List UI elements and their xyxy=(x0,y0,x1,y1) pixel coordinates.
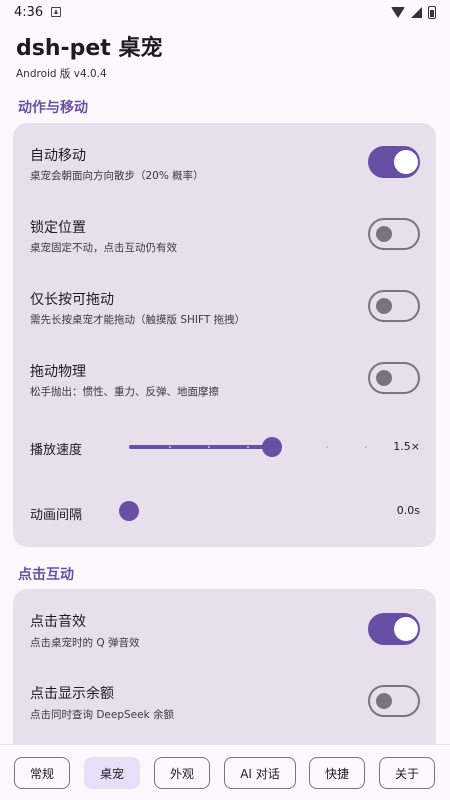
tab-pet[interactable]: 桌宠 xyxy=(84,757,140,789)
setting-title: 锁定位置 xyxy=(30,220,86,236)
slider-label: 播放速度 xyxy=(30,443,83,458)
switch-knob xyxy=(394,617,418,641)
tab-shortcuts[interactable]: 快捷 xyxy=(309,757,365,789)
slider-tick xyxy=(326,446,328,448)
setting-row-click-sound[interactable]: 点击音效 点击桌宠时的 Q 弹音效 xyxy=(13,589,436,661)
tab-general[interactable]: 常规 xyxy=(14,757,70,789)
app-version: Android 版 v4.0.4 xyxy=(16,68,107,80)
setting-row-drag-physics[interactable]: 拖动物理 松手抛出：惯性、重力、反弹、地面摩擦 xyxy=(13,339,436,411)
drag-physics-switch[interactable] xyxy=(368,362,420,394)
bottom-nav: 常规 桌宠 外观 AI 对话 快捷 关于 xyxy=(0,744,450,800)
long-press-drag-switch[interactable] xyxy=(368,290,420,322)
setting-title: 点击音效 xyxy=(30,614,86,630)
switch-knob xyxy=(376,693,392,709)
setting-subtitle: 需先长按桌宠才能拖动（触摸版 SHIFT 拖拽） xyxy=(30,314,246,326)
tab-about[interactable]: 关于 xyxy=(379,757,435,789)
auto-move-switch[interactable] xyxy=(368,146,420,178)
slider-tick xyxy=(247,446,249,448)
setting-subtitle: 点击同时查询 DeepSeek 余额 xyxy=(30,709,175,721)
switch-knob xyxy=(394,150,418,174)
section-title-click: 点击互动 xyxy=(18,567,74,583)
slider-tick xyxy=(208,446,210,448)
setting-row-lock-position[interactable]: 锁定位置 桌宠固定不动，点击互动仍有效 xyxy=(13,195,436,267)
wifi-icon xyxy=(391,6,405,18)
slider-tick xyxy=(169,446,171,448)
playback-speed-thumb[interactable] xyxy=(261,437,282,457)
slider-row-playback-speed: 播放速度 1.5× xyxy=(13,419,436,475)
signal-icon xyxy=(411,6,422,18)
animation-interval-thumb[interactable] xyxy=(119,501,139,521)
slider-value: 1.5× xyxy=(393,440,420,453)
setting-title: 自动移动 xyxy=(30,148,86,164)
setting-row-auto-move[interactable]: 自动移动 桌宠会朝面向方向散步（20% 概率） xyxy=(13,123,436,195)
battery-icon xyxy=(428,5,436,19)
setting-subtitle: 桌宠固定不动，点击互动仍有效 xyxy=(30,242,177,254)
switch-knob xyxy=(376,370,392,386)
status-time: 4:36 xyxy=(14,4,44,20)
playback-speed-slider-fill xyxy=(129,445,272,449)
setting-row-long-press-drag[interactable]: 仅长按可拖动 需先长按桌宠才能拖动（触摸版 SHIFT 拖拽） xyxy=(13,267,436,339)
setting-title: 仅长按可拖动 xyxy=(30,292,114,308)
tab-ai-chat[interactable]: AI 对话 xyxy=(224,757,296,789)
switch-knob xyxy=(376,226,392,242)
setting-subtitle: 点击桌宠时的 Q 弹音效 xyxy=(30,637,140,649)
setting-row-click-balance[interactable]: 点击显示余额 点击同时查询 DeepSeek 余额 xyxy=(13,661,436,733)
click-sound-switch[interactable] xyxy=(368,613,420,645)
slider-tick xyxy=(365,446,367,448)
setting-subtitle: 桌宠会朝面向方向散步（20% 概率） xyxy=(30,170,204,182)
notification-icon xyxy=(51,7,62,17)
lock-position-switch[interactable] xyxy=(368,218,420,250)
slider-label: 动画间隔 xyxy=(30,508,83,523)
section-title-motion: 动作与移动 xyxy=(18,100,88,116)
click-settings-card: 点击音效 点击桌宠时的 Q 弹音效 点击显示余额 点击同时查询 DeepSeek… xyxy=(13,589,436,759)
status-icons xyxy=(391,5,436,19)
tab-appearance[interactable]: 外观 xyxy=(154,757,210,789)
setting-title: 点击显示余额 xyxy=(30,686,114,702)
slider-row-animation-interval: 动画间隔 0.0s xyxy=(13,483,436,539)
setting-title: 拖动物理 xyxy=(30,364,86,380)
click-balance-switch[interactable] xyxy=(368,685,420,717)
slider-value: 0.0s xyxy=(396,504,420,517)
status-bar: 4:36 xyxy=(0,0,450,24)
setting-subtitle: 松手抛出：惯性、重力、反弹、地面摩擦 xyxy=(30,386,219,398)
switch-knob xyxy=(376,298,392,314)
motion-settings-card: 自动移动 桌宠会朝面向方向散步（20% 概率） 锁定位置 桌宠固定不动，点击互动… xyxy=(13,123,436,547)
app-title: dsh-pet 桌宠 xyxy=(16,36,163,61)
